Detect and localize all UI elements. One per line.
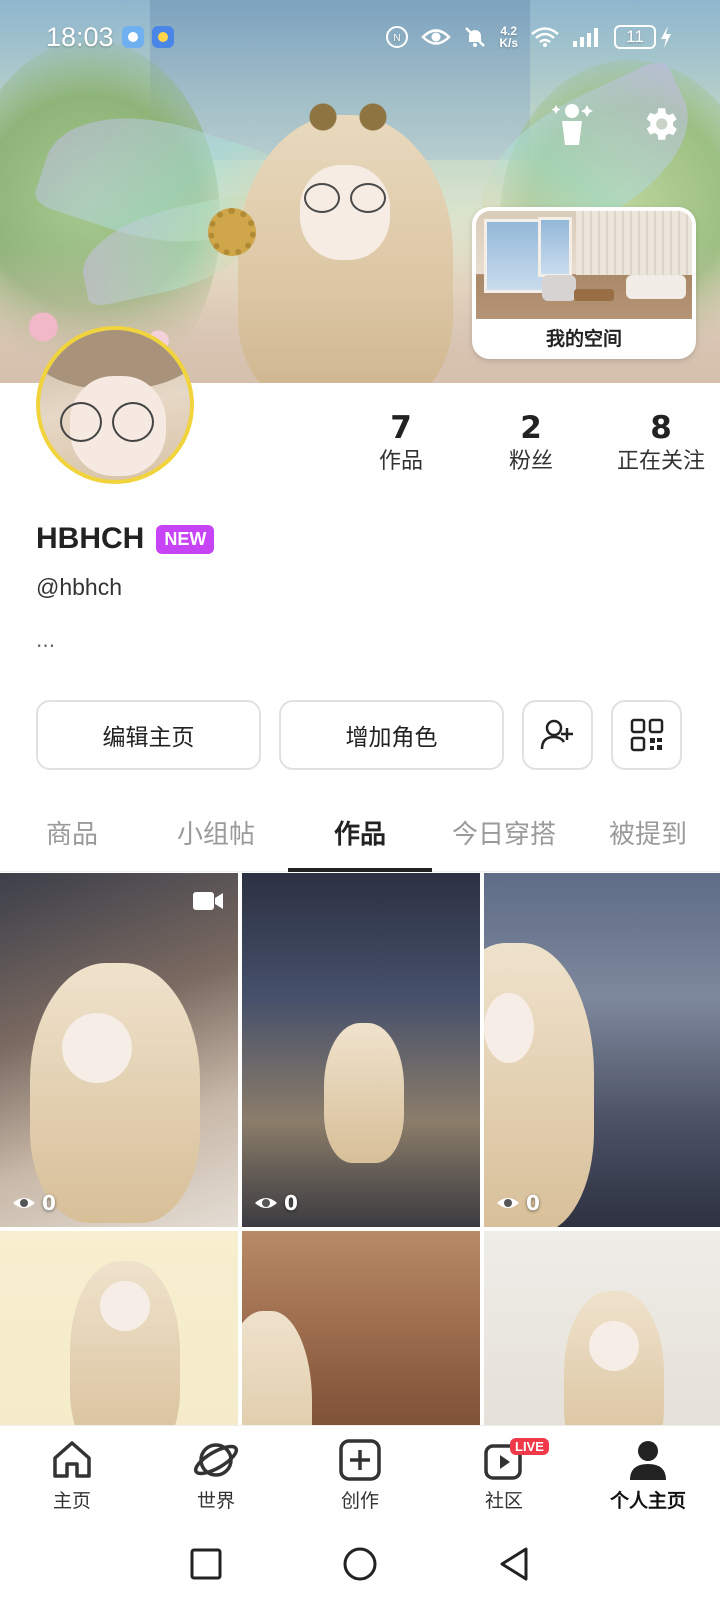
- name-row: HBHCH NEW: [36, 522, 215, 556]
- tab-products[interactable]: 商品: [0, 800, 144, 871]
- stat-followers-count: 2: [520, 410, 542, 446]
- status-bar: 18:03 N 4.2 K/s 11: [0, 0, 720, 74]
- gear-ornament: [208, 208, 256, 256]
- post-tile[interactable]: [0, 1231, 238, 1425]
- video-icon: [193, 892, 223, 910]
- status-time: 18:03: [46, 21, 114, 52]
- stat-following[interactable]: 8 正在关注: [596, 410, 720, 478]
- signal-icon: [572, 26, 602, 48]
- planet-icon: [193, 1443, 239, 1477]
- nav-create-label: 创作: [340, 1490, 379, 1512]
- profile-stats: 7 作品 2 粉丝 8 正在关注: [336, 410, 720, 478]
- post-tile[interactable]: 0: [0, 873, 238, 1227]
- nav-community-label: 社区: [484, 1490, 523, 1512]
- tab-works[interactable]: 作品: [288, 800, 432, 872]
- stat-works[interactable]: 7 作品: [336, 410, 466, 478]
- profile-handle: @hbhch: [36, 574, 123, 600]
- nav-create[interactable]: 创作: [288, 1426, 432, 1525]
- nfc-icon: N: [385, 25, 409, 49]
- view-count: 0: [254, 1191, 298, 1215]
- settings-gear-icon[interactable]: [636, 100, 684, 148]
- add-user-icon: [540, 719, 573, 750]
- character-glasses: [304, 183, 388, 213]
- charging-bolt-icon: [661, 26, 671, 48]
- nav-community[interactable]: LIVE 社区: [432, 1426, 576, 1525]
- back-triangle-icon[interactable]: [497, 1546, 531, 1582]
- post-tile[interactable]: 0: [242, 873, 480, 1227]
- profile-tabs: 商品 小组帖 作品 今日穿搭 被提到: [0, 800, 720, 872]
- nav-profile[interactable]: 个人主页: [576, 1426, 720, 1525]
- browser-notification-icon: [121, 26, 144, 48]
- post-tile[interactable]: [242, 1231, 480, 1425]
- stat-followers[interactable]: 2 粉丝: [466, 410, 596, 478]
- stat-works-label: 作品: [378, 449, 423, 474]
- add-character-button[interactable]: 增加角色: [279, 700, 504, 770]
- battery-level: 11: [614, 25, 656, 49]
- profile-bio[interactable]: ...: [36, 628, 55, 652]
- stat-works-count: 7: [390, 410, 412, 446]
- user-icon: [630, 1441, 666, 1480]
- nav-home[interactable]: 主页: [0, 1426, 144, 1525]
- network-speed: 4.2 K/s: [499, 25, 518, 49]
- view-count: 0: [12, 1191, 56, 1215]
- nav-profile-label: 个人主页: [609, 1490, 686, 1512]
- view-count: 0: [496, 1191, 540, 1215]
- post-tile[interactable]: [484, 1231, 720, 1425]
- profile-name: HBHCH: [36, 522, 145, 555]
- wifi-icon: [530, 26, 560, 48]
- works-grid: 0 0 0: [0, 873, 720, 1425]
- qr-code-button[interactable]: [611, 700, 682, 770]
- recents-square-icon[interactable]: [189, 1547, 223, 1581]
- add-friend-button[interactable]: [522, 700, 593, 770]
- edit-profile-button[interactable]: 编辑主页: [36, 700, 261, 770]
- nav-world-label: 世界: [196, 1490, 235, 1512]
- system-navigation-bar: [0, 1525, 720, 1602]
- view-count-value: 0: [42, 1191, 56, 1215]
- mute-bell-icon: [463, 25, 487, 49]
- nav-home-label: 主页: [52, 1490, 91, 1512]
- svg-text:N: N: [394, 33, 401, 44]
- tab-mentioned[interactable]: 被提到: [576, 800, 720, 871]
- view-count-value: 0: [526, 1191, 540, 1215]
- profile-avatar[interactable]: [36, 326, 194, 484]
- battery-indicator: 11: [614, 25, 672, 49]
- banner-character: [238, 95, 453, 383]
- eye-comfort-icon: [421, 26, 452, 48]
- my-space-room-preview: [476, 211, 692, 319]
- qr-code-icon: [630, 718, 663, 752]
- plus-square-icon: [339, 1439, 381, 1481]
- live-badge: LIVE: [510, 1438, 549, 1455]
- eye-icon: [255, 1198, 277, 1208]
- avatar-pose-icon[interactable]: [548, 100, 596, 148]
- new-badge: NEW: [156, 524, 215, 554]
- post-tile[interactable]: 0: [484, 873, 720, 1227]
- eye-icon: [497, 1198, 519, 1208]
- tab-todays-outfit[interactable]: 今日穿搭: [432, 800, 576, 871]
- my-space-label: 我的空间: [545, 328, 622, 350]
- weather-notification-icon: [151, 26, 174, 48]
- bottom-nav: 主页 世界 创作 LIVE 社区 个人主页: [0, 1425, 720, 1525]
- profile-actions: 编辑主页 增加角色: [36, 700, 682, 770]
- eye-icon: [13, 1198, 35, 1208]
- stat-followers-label: 粉丝: [508, 449, 553, 474]
- network-speed-unit: K/s: [499, 36, 518, 50]
- character-goggles: [298, 100, 398, 134]
- home-icon: [53, 1441, 91, 1478]
- nav-world[interactable]: 世界: [144, 1426, 288, 1525]
- stat-following-label: 正在关注: [616, 449, 705, 474]
- my-space-card[interactable]: 我的空间: [472, 207, 696, 359]
- home-circle-icon[interactable]: [342, 1546, 378, 1582]
- tab-group-posts[interactable]: 小组帖: [144, 800, 288, 871]
- view-count-value: 0: [284, 1191, 298, 1215]
- stat-following-count: 8: [650, 410, 672, 446]
